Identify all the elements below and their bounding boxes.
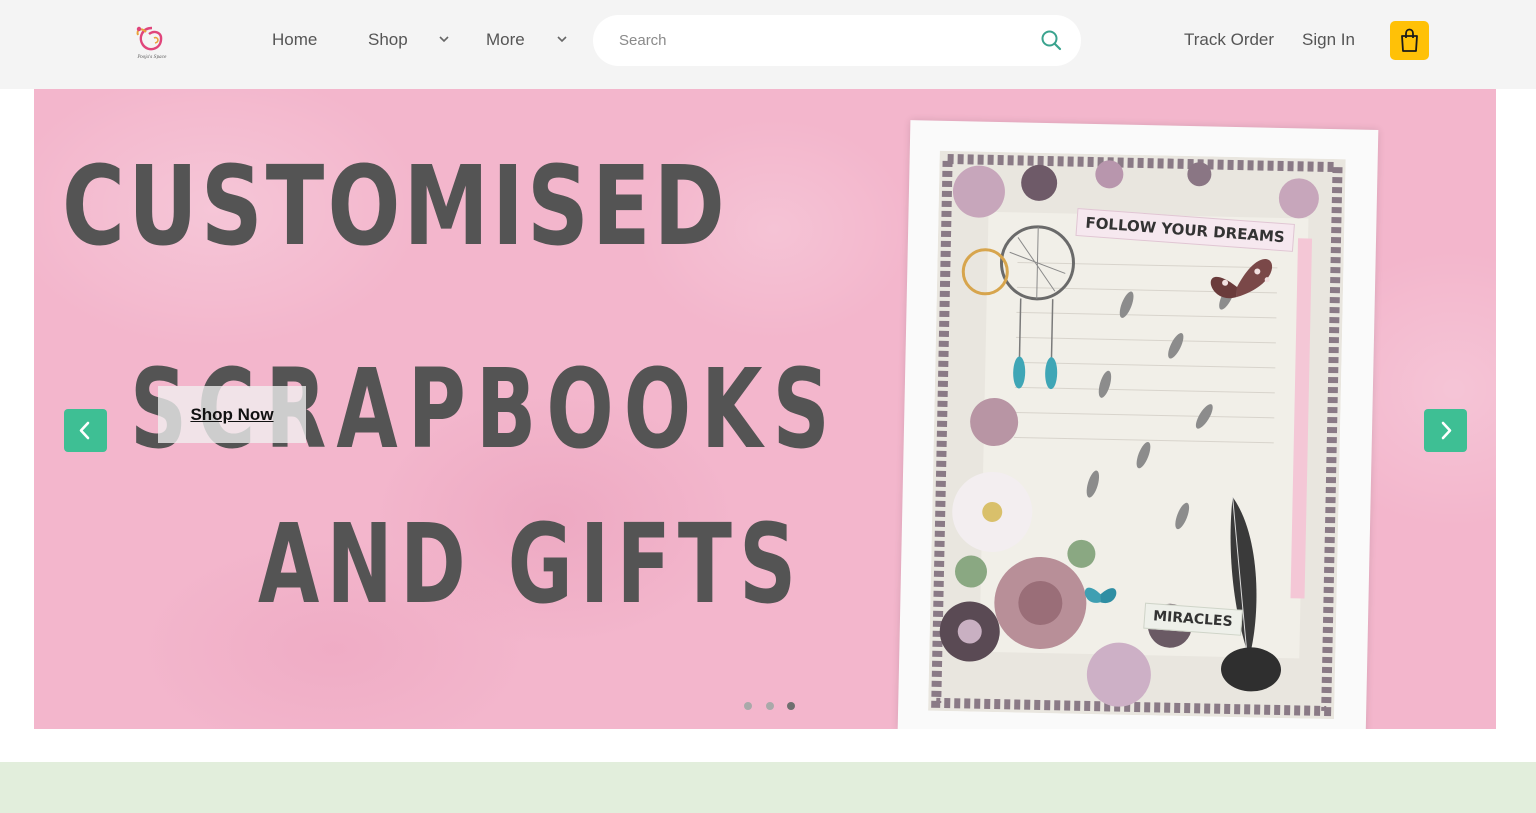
chevron-left-icon [79,421,90,440]
hero-headline-line1: CUSTOMISED [62,142,729,270]
nav-more[interactable]: More [486,29,525,51]
shopping-bag-icon [1401,28,1418,52]
chevron-down-icon[interactable] [554,31,570,47]
search-icon[interactable] [1040,29,1062,51]
site-header: Pooja's Space Home Shop More Track Order… [0,0,1536,89]
hero-carousel: CUSTOMISED SCRAPBOOKS AND GIFTS FOLLOW Y… [34,89,1496,729]
nav-shop[interactable]: Shop [368,29,408,51]
carousel-dot-1[interactable] [744,702,752,710]
carousel-indicators [744,702,804,712]
carousel-dot-2[interactable] [766,702,774,710]
search-input[interactable] [619,27,1019,54]
cart-button[interactable] [1390,21,1429,60]
svg-text:Pooja's Space: Pooja's Space [137,54,168,59]
nav-home[interactable]: Home [272,29,317,51]
logo-icon: Pooja's Space [137,26,168,59]
promo-band [0,762,1536,813]
carousel-prev-button[interactable] [64,409,107,452]
carousel-dot-3-active[interactable] [787,702,795,710]
scrapbook-card-image: FOLLOW YOUR DREAMS MIRACLES [897,120,1379,729]
chevron-right-icon [1441,421,1452,440]
sign-in-link[interactable]: Sign In [1302,29,1355,51]
track-order-link[interactable]: Track Order [1184,29,1274,51]
search-bar [593,15,1081,66]
brand-logo[interactable]: Pooja's Space [130,18,174,62]
hero-headline-line3: AND GIFTS [258,500,804,628]
carousel-next-button[interactable] [1424,409,1467,452]
shop-now-button[interactable]: Shop Now [158,386,306,443]
chevron-down-icon[interactable] [436,31,452,47]
scrapbook-artwork: FOLLOW YOUR DREAMS MIRACLES [928,150,1346,720]
